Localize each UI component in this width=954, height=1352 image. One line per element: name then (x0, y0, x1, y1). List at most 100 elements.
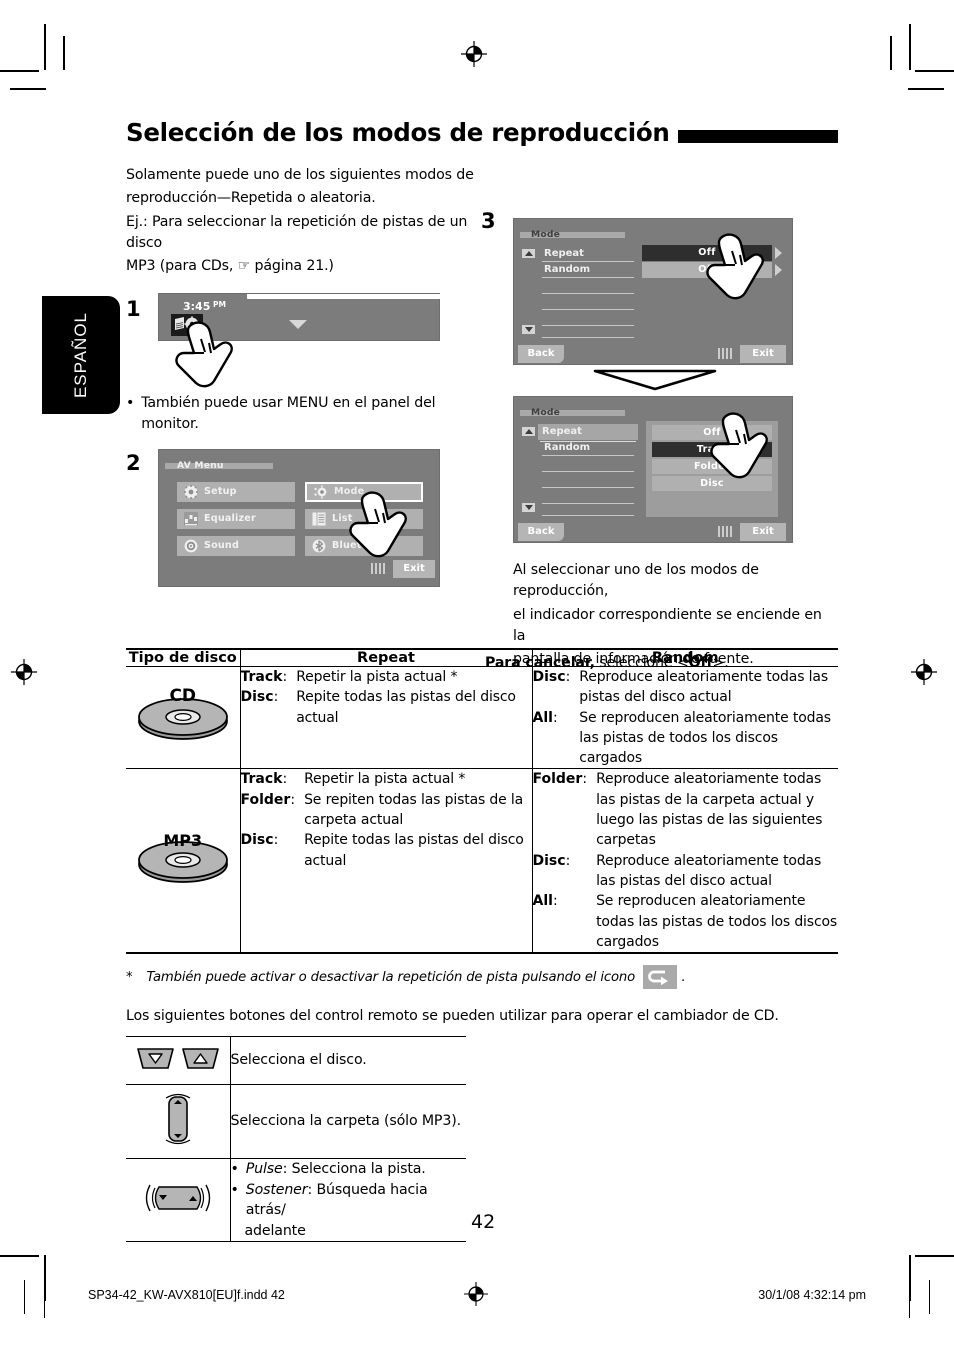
mode2-grip-handle[interactable] (718, 525, 732, 537)
av-menu-label-mode: Mode (334, 486, 365, 498)
av-menu-item-setup[interactable]: Setup (177, 481, 295, 502)
mp3-random-desc-1: Reproduce aleatoriamente todas las pista… (596, 852, 822, 889)
mode1-exit-label: Exit (752, 348, 774, 360)
remote-track-rest-3: adelante (244, 1222, 306, 1239)
page-title: Selección de los modos de reproducción (126, 118, 670, 147)
list-item: • Pulse: Selecciona la pista. • Sostener… (126, 1158, 466, 1242)
remote-desc-disc: Selecciona el disco. (230, 1052, 367, 1069)
mode2-option-folder[interactable]: Folder (652, 458, 772, 474)
sound-icon (184, 539, 198, 553)
crop-mark-tl-h (0, 70, 39, 72)
mode2-option-off[interactable]: Off (652, 424, 772, 440)
registration-target-icon-footer (464, 1282, 488, 1311)
mode2-empty-row-1 (542, 470, 634, 472)
mp3-repeat-desc-0: Repetir la pista actual * (304, 771, 466, 788)
repeat-track-icon (643, 965, 678, 989)
remote-desc-folder: Selecciona la carpeta (sólo MP3). (230, 1113, 462, 1130)
crop-mark-tl-v2 (63, 36, 65, 70)
page-number: 42 (471, 1211, 496, 1233)
av-menu-item-sound[interactable]: Sound (177, 535, 295, 556)
mode1-value-repeat[interactable]: Off (642, 244, 772, 261)
mp3-random-term-1: Disc (532, 852, 566, 869)
footer-right-text: 30/1/08 4:32:14 pm (758, 1288, 866, 1302)
remote-intro: Los siguientes botones del control remot… (126, 1006, 838, 1027)
cd-disc-label: CD (169, 686, 197, 707)
remote-icon-cell-disc (126, 1036, 231, 1085)
scroll-down-icon-2[interactable] (522, 502, 535, 512)
scroll-up-icon[interactable] (522, 248, 535, 258)
mode2-exit-button[interactable]: Exit (740, 522, 786, 541)
table-header-random: Random (651, 650, 719, 666)
top-columns: Solamente puede uno de los siguientes mo… (126, 165, 838, 671)
remote-icon-cell-folder (126, 1084, 231, 1159)
mode1-value-random[interactable]: Off (642, 261, 772, 278)
footnote-period: . (681, 969, 686, 985)
av-menu-label-list: List (332, 513, 353, 525)
mode2-empty-row-3 (542, 502, 634, 504)
definition-row: All: Se reproducen aleatoriamente todas … (533, 708, 839, 769)
footnote-marker: * (126, 969, 133, 985)
av-menu-label-setup: Setup (204, 486, 237, 498)
scroll-up-icon-2[interactable] (522, 426, 535, 436)
mp3-disc-label: MP3 (163, 831, 203, 851)
av-menu-item-bluetooth[interactable]: Bluetooth (305, 535, 423, 556)
av-menu-exit-button[interactable]: Exit (393, 559, 435, 578)
mode2-back-label: Back (527, 526, 555, 538)
track-seek-buttons-icon (142, 1181, 214, 1220)
folder-rocker-button-icon (160, 1091, 196, 1152)
mode-screen-2: Mode Repeat Random Off Track Folder Disc… (513, 395, 793, 543)
mode1-arrow-random-icon[interactable] (775, 263, 782, 276)
table-row: CD Track: Repetir la pista actual * Disc… (126, 666, 839, 769)
source-mode-icon[interactable] (171, 314, 203, 337)
intro-line-4: MP3 (para CDs, ☞ página 21.) (126, 258, 334, 275)
source-bar-screen: 3:45 PM (158, 293, 441, 342)
mode1-back-button[interactable]: Back (518, 344, 564, 363)
remote-track-em-1: Pulse (245, 1161, 283, 1177)
mode2-back-button[interactable]: Back (518, 522, 564, 541)
step-number-1: 1 (126, 297, 141, 322)
mode1-value-repeat-label: Off (698, 247, 716, 259)
cd-repeat-term-1: Disc (240, 689, 274, 706)
mode2-label-random[interactable]: Random (544, 442, 590, 453)
grip-handle[interactable] (371, 562, 385, 574)
scroll-down-icon[interactable] (522, 324, 535, 334)
definition-row: All: Se reproducen aleatoriamente todas … (533, 891, 839, 952)
intro-line-2: reproducción—Repetida o aleatoria. (126, 190, 376, 207)
flow-arrow-icon (593, 369, 717, 396)
repeat-cell-cd: Track: Repetir la pista actual * Disc: R… (240, 666, 533, 769)
definition-row: Folder: Reproduce aleatoriamente todas l… (533, 769, 839, 850)
mode2-option-disc[interactable]: Disc (652, 475, 772, 491)
remote-icon-cell-track (126, 1158, 231, 1242)
mp3-repeat-term-0: Track (240, 771, 283, 788)
mode1-grip-handle[interactable] (718, 347, 732, 359)
mode2-option-disc-label: Disc (700, 477, 724, 489)
mode2-option-folder-label: Folder (694, 460, 730, 472)
mode2-option-track[interactable]: Track (652, 441, 772, 457)
remote-track-line-2: • Sostener: Búsqueda hacia atrás/ (231, 1180, 467, 1221)
cd-repeat-desc-1: Repite todas las pistas del disco actual (296, 689, 516, 726)
mode2-option-track-label: Track (696, 443, 728, 455)
registration-target-icon-right (911, 659, 937, 685)
manual-page: ESPAÑOL Selección de los modos de reprod… (0, 0, 954, 1352)
footnote-row: * También puede activar o desactivar la … (126, 965, 838, 989)
crop-mark-br-h (915, 1255, 954, 1257)
av-menu-item-mode[interactable]: Mode (305, 481, 423, 502)
table-row: MP3 Track: Repetir la pista actual * Fol… (126, 768, 839, 954)
av-menu-item-list[interactable]: List (305, 508, 423, 529)
chevron-down-icon[interactable] (289, 320, 307, 330)
remote-desc-track: • Pulse: Selecciona la pista. • Sostener… (230, 1159, 466, 1242)
mode1-label-repeat[interactable]: Repeat (544, 248, 584, 259)
mode1-arrow-repeat-icon[interactable] (775, 246, 782, 259)
mode1-label-random[interactable]: Random (544, 264, 590, 275)
language-tab-label: ESPAÑOL (71, 311, 90, 399)
equalizer-icon (184, 511, 198, 526)
av-menu-item-equalizer[interactable]: Equalizer (177, 508, 295, 529)
crop-mark-tr-v2 (890, 36, 892, 70)
mode1-exit-button[interactable]: Exit (740, 344, 786, 363)
cd-disc-icon: CD (134, 686, 232, 743)
mode2-option-off-label: Off (703, 426, 721, 438)
mode1-underline-repeat (542, 260, 634, 262)
mode1-empty-row-1 (542, 292, 634, 294)
registration-target-icon (461, 41, 487, 67)
remote-track-em-2: Sostener (245, 1181, 308, 1198)
